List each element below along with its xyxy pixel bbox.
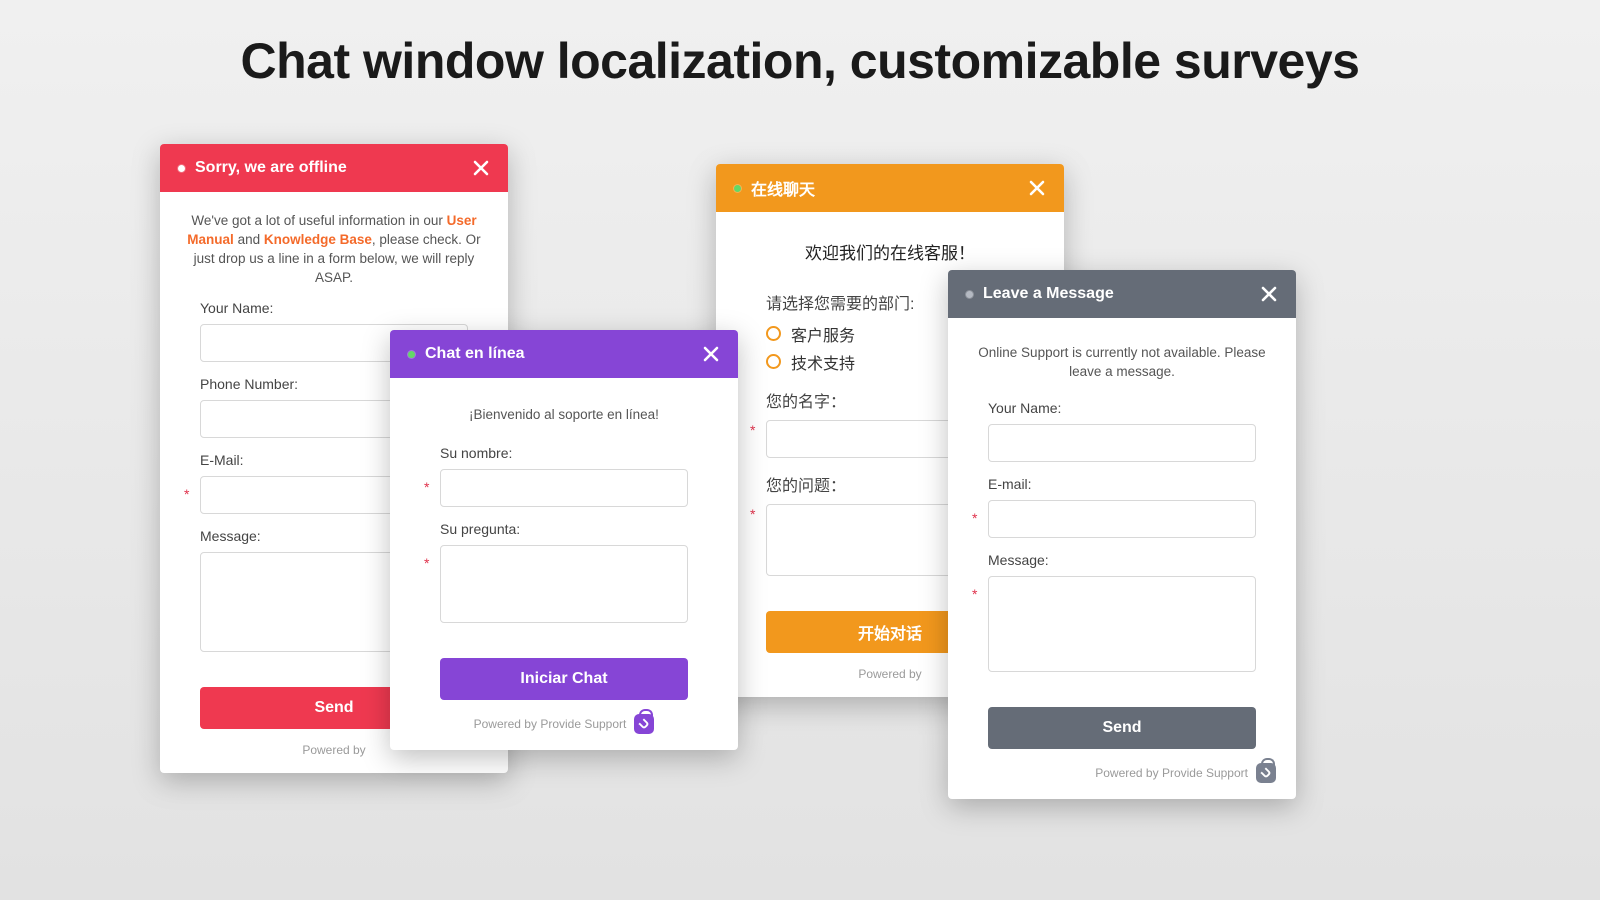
widget-title: Leave a Message — [983, 285, 1114, 303]
email-label: E-mail: — [988, 476, 1256, 492]
widget-title: 在线聊天 — [751, 176, 815, 200]
powered-by: Powered by Provide Support — [410, 714, 718, 734]
powered-by: Powered by Provide Support — [968, 763, 1276, 783]
required-star: * — [750, 422, 755, 438]
required-star: * — [972, 510, 977, 526]
close-icon[interactable] — [1028, 179, 1046, 197]
widget-title: Sorry, we are offline — [195, 159, 347, 177]
name-label: Su nombre: — [440, 445, 688, 461]
message-label: Message: — [988, 552, 1256, 568]
close-icon[interactable] — [702, 345, 720, 363]
send-button[interactable]: Send — [988, 707, 1256, 749]
name-label: Your Name: — [200, 300, 468, 316]
lock-icon — [1256, 763, 1276, 783]
intro-text: Online Support is currently not availabl… — [968, 344, 1276, 382]
chat-widget-leave-message-grey: Leave a Message Online Support is curren… — [948, 270, 1296, 799]
widget-title: Chat en línea — [425, 345, 525, 363]
close-icon[interactable] — [1260, 285, 1278, 303]
intro-text: 欢迎我们的在线客服！ — [736, 242, 1044, 266]
email-input[interactable] — [988, 500, 1256, 538]
radio-icon — [766, 326, 781, 341]
status-dot-online — [408, 351, 415, 358]
page-title: Chat window localization, customizable s… — [0, 32, 1600, 90]
widget-header: Chat en línea — [390, 330, 738, 378]
knowledge-base-link[interactable]: Knowledge Base — [264, 232, 372, 247]
required-star: * — [424, 479, 429, 495]
status-dot-online — [734, 185, 741, 192]
required-star: * — [184, 486, 189, 502]
required-star: * — [972, 586, 977, 602]
message-textarea[interactable] — [988, 576, 1256, 672]
status-dot-offline — [966, 291, 973, 298]
status-dot-offline — [178, 165, 185, 172]
name-label: Your Name: — [988, 400, 1256, 416]
widget-header: Leave a Message — [948, 270, 1296, 318]
lock-icon — [634, 714, 654, 734]
close-icon[interactable] — [472, 159, 490, 177]
chat-widget-spanish-purple: Chat en línea ¡Bienvenido al soporte en … — [390, 330, 738, 750]
intro-text: ¡Bienvenido al soporte en línea! — [410, 406, 718, 425]
question-label: Su pregunta: — [440, 521, 688, 537]
widget-header: 在线聊天 — [716, 164, 1064, 212]
name-input[interactable] — [440, 469, 688, 507]
name-input[interactable] — [988, 424, 1256, 462]
radio-icon — [766, 354, 781, 369]
required-star: * — [424, 555, 429, 571]
start-chat-button[interactable]: Iniciar Chat — [440, 658, 688, 700]
intro-text: We've got a lot of useful information in… — [180, 212, 488, 288]
widget-header: Sorry, we are offline — [160, 144, 508, 192]
required-star: * — [750, 506, 755, 522]
question-textarea[interactable] — [440, 545, 688, 623]
